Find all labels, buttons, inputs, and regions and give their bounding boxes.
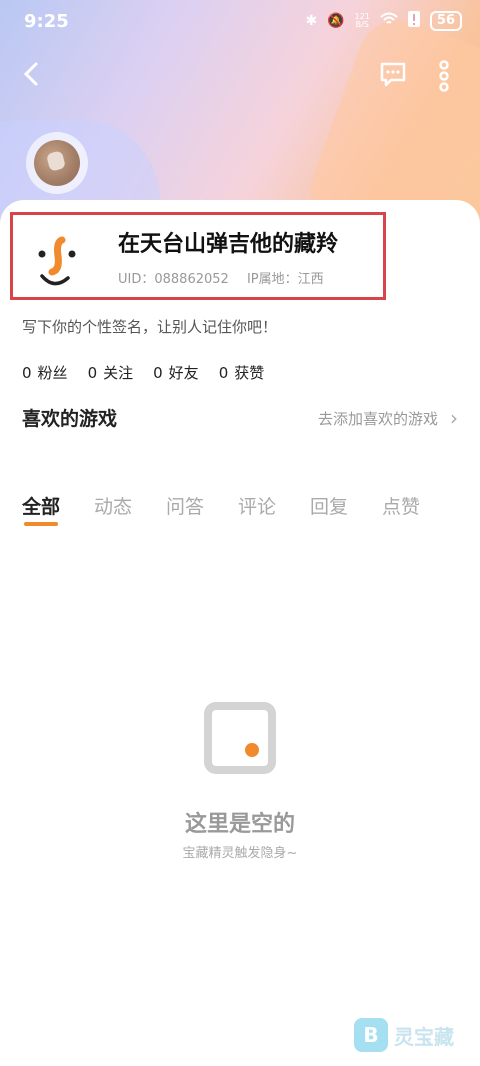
back-button[interactable]	[14, 57, 48, 91]
content-tabs: 全部 动态 问答 评论 回复 点赞	[22, 492, 454, 526]
stat-friends[interactable]: 0 好友	[153, 362, 199, 383]
stat-following[interactable]: 0 关注	[88, 362, 134, 383]
empty-state-subtitle: 宝藏精灵触发隐身~	[182, 846, 298, 861]
username: 在天台山弹吉他的藏羚	[118, 232, 339, 257]
bluetooth-icon: ✱	[305, 13, 318, 29]
add-games-label: 去添加喜欢的游戏	[317, 409, 438, 428]
status-icons: ✱ 🔕 121 B/S 56	[305, 11, 462, 31]
stat-count: 0	[22, 364, 32, 382]
message-button[interactable]	[378, 59, 408, 89]
status-bar: 9:25 ✱ 🔕 121 B/S 56	[0, 0, 480, 44]
watermark: B 灵宝藏	[354, 1018, 454, 1052]
empty-state-icon	[204, 702, 276, 774]
stat-count: 0	[87, 364, 98, 382]
stat-label: 获赞	[234, 364, 265, 382]
alert-icon	[407, 11, 420, 31]
favorite-games-title: 喜欢的游戏	[22, 408, 118, 430]
more-vertical-icon	[439, 60, 449, 92]
avatar-image	[34, 140, 80, 186]
add-favorite-games-link[interactable]: 去添加喜欢的游戏 ›	[318, 406, 458, 430]
network-speed: 121 B/S	[355, 13, 370, 29]
uid-text: UID：088862052	[118, 272, 229, 287]
stat-label: 好友	[168, 364, 199, 382]
stats-row: 0 粉丝 0 关注 0 好友 0 获赞	[22, 362, 264, 383]
stat-count: 0	[153, 364, 163, 382]
watermark-text: 灵宝藏	[394, 1024, 454, 1049]
ip-location-text: IP属地：江西	[246, 272, 324, 287]
wifi-icon	[380, 12, 398, 30]
top-navigation	[0, 55, 480, 99]
tab-likes[interactable]: 点赞	[382, 492, 454, 519]
watermark-logo-icon: B	[354, 1018, 388, 1052]
status-time: 9:25	[24, 11, 69, 32]
stat-likes[interactable]: 0 获赞	[219, 362, 265, 383]
tab-comments[interactable]: 评论	[238, 492, 310, 519]
tab-posts[interactable]: 动态	[94, 492, 166, 519]
back-arrow-icon	[23, 62, 38, 86]
tab-all[interactable]: 全部	[22, 492, 94, 526]
stat-count: 0	[218, 364, 229, 382]
bio-text[interactable]: 写下你的个性签名，让别人记住你吧！	[22, 316, 277, 337]
chat-bubble-icon	[380, 62, 406, 87]
avatar[interactable]	[26, 132, 88, 194]
battery-indicator: 56	[429, 11, 462, 31]
stat-fans[interactable]: 0 粉丝	[22, 362, 68, 383]
stat-label: 粉丝	[37, 364, 68, 382]
smiley-logo-icon	[32, 232, 88, 292]
stat-label: 关注	[103, 364, 134, 382]
chevron-right-icon: ›	[450, 406, 458, 430]
tab-qa[interactable]: 问答	[166, 492, 238, 519]
mute-icon: 🔕	[327, 13, 345, 29]
tab-replies[interactable]: 回复	[310, 492, 382, 519]
empty-state-title: 这里是空的	[184, 812, 295, 837]
more-options-button[interactable]	[430, 59, 458, 93]
network-speed-unit: B/S	[355, 20, 369, 29]
profile-meta: UID：088862052 IP属地：江西	[118, 268, 338, 287]
